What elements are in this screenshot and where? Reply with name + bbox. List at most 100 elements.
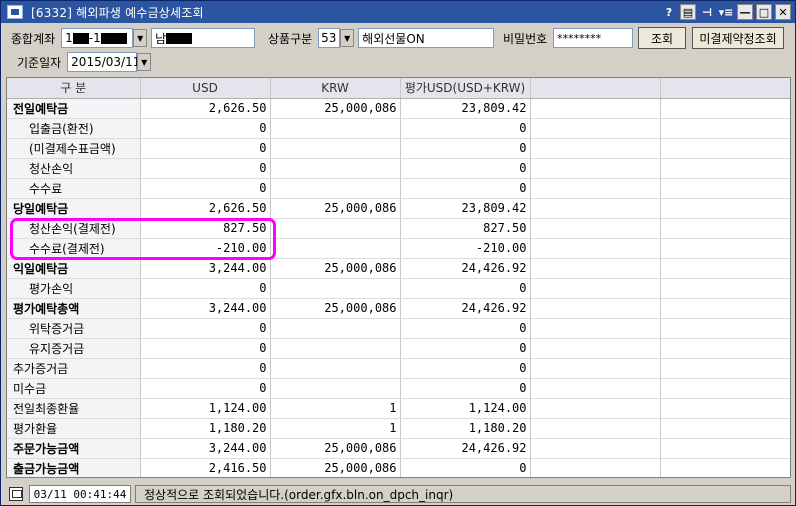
column-header-empty <box>660 78 790 99</box>
cell-eval-usd: 23,809.42 <box>400 98 531 119</box>
cell-empty <box>530 398 661 419</box>
cell-empty <box>530 338 661 359</box>
cell-eval-usd: 0 <box>400 138 531 159</box>
window-icon[interactable] <box>9 487 23 501</box>
window-title: [6332] 해외파생 예수금상세조회 <box>31 5 204 20</box>
cell-usd: 0 <box>140 318 271 339</box>
cell-usd: -210.00 <box>140 238 271 259</box>
table-row[interactable]: 유지증거금 0 0 <box>7 338 790 359</box>
column-header-usd[interactable]: USD <box>140 78 271 99</box>
table-row[interactable]: 입출금(환전) 0 0 <box>7 118 790 139</box>
help-icon[interactable]: ? <box>661 4 677 20</box>
cell-empty <box>660 198 790 219</box>
row-label: 청산손익(결제전) <box>7 218 141 239</box>
cell-eval-usd: 24,426.92 <box>400 258 531 279</box>
table-row[interactable]: 청산손익(결제전) 827.50 827.50 <box>7 218 790 239</box>
table-row[interactable]: 익일예탁금 3,244.00 25,000,086 24,426.92 <box>7 258 790 279</box>
table-row[interactable]: 전일최종환율 1,124.00 1 1,124.00 <box>7 398 790 419</box>
masked-text <box>100 32 127 44</box>
cell-eval-usd: 0 <box>400 318 531 339</box>
product-code-field[interactable]: 53 <box>318 28 341 48</box>
column-header-krw[interactable]: KRW <box>270 78 401 99</box>
row-label: 청산손익 <box>7 158 141 179</box>
table-row[interactable]: 추가증거금 0 0 <box>7 358 790 379</box>
account-dropdown-button[interactable]: ▼ <box>133 29 148 47</box>
table-row[interactable]: 평가손익 0 0 <box>7 278 790 299</box>
product-dropdown-button[interactable]: ▼ <box>340 29 355 47</box>
cell-empty <box>530 238 661 259</box>
cell-empty <box>660 418 790 439</box>
cell-krw: 1 <box>270 398 401 419</box>
account-number-mid: -1 <box>88 31 101 45</box>
cell-krw <box>270 238 401 259</box>
cell-eval-usd: 0 <box>400 178 531 199</box>
cell-eval-usd: 24,426.92 <box>400 298 531 319</box>
cell-empty <box>660 138 790 159</box>
table-row[interactable]: 평가환율 1,180.20 1 1,180.20 <box>7 418 790 439</box>
cell-usd: 2,626.50 <box>140 98 271 119</box>
cell-empty <box>660 298 790 319</box>
row-label: 미수금 <box>7 378 141 399</box>
date-field[interactable]: 2015/03/11 <box>67 52 140 72</box>
menu-icon[interactable]: ▾≡ <box>718 4 734 20</box>
account-label: 종합계좌 <box>11 31 56 46</box>
table-row[interactable]: 수수료 0 0 <box>7 178 790 199</box>
cell-empty <box>530 178 661 199</box>
table-row[interactable]: 당일예탁금 2,626.50 25,000,086 23,809.42 <box>7 198 790 219</box>
row-label: 평가환율 <box>7 418 141 439</box>
cell-krw <box>270 338 401 359</box>
cell-empty <box>660 358 790 379</box>
status-message: 정상적으로 조회되었습니다.(order.gfx.bln.on_dpch_inq… <box>135 485 791 503</box>
column-header-eval-usd[interactable]: 평가USD(USD+KRW) <box>400 78 531 99</box>
pin-icon[interactable]: ⊣ <box>699 4 715 20</box>
row-label: 당일예탁금 <box>7 198 141 219</box>
cell-krw <box>270 358 401 379</box>
cell-usd: 2,626.50 <box>140 198 271 219</box>
table-row[interactable]: 주문가능금액 3,244.00 25,000,086 24,426.92 <box>7 438 790 459</box>
cell-empty <box>530 198 661 219</box>
close-icon[interactable]: ✕ <box>775 4 791 20</box>
table-row[interactable]: 청산손익 0 0 <box>7 158 790 179</box>
column-header-category[interactable]: 구 분 <box>7 78 141 99</box>
cell-usd: 1,124.00 <box>140 398 271 419</box>
table-row[interactable]: 출금가능금액 2,416.50 25,000,086 0 <box>7 458 790 477</box>
cell-empty <box>660 218 790 239</box>
cell-usd: 3,244.00 <box>140 258 271 279</box>
cell-krw <box>270 118 401 139</box>
cell-eval-usd: 0 <box>400 338 531 359</box>
cell-krw: 1 <box>270 418 401 439</box>
table-header-row: 구 분 USD KRW 평가USD(USD+KRW) <box>7 78 790 99</box>
table-row[interactable]: 수수료(결제전) -210.00 -210.00 <box>7 238 790 259</box>
cell-krw <box>270 218 401 239</box>
row-label: 평가예탁총액 <box>7 298 141 319</box>
table-row[interactable]: 전일예탁금 2,626.50 25,000,086 23,809.42 <box>7 98 790 119</box>
masked-text <box>72 32 89 44</box>
date-picker-button[interactable]: ▼ <box>137 53 152 71</box>
table-row[interactable]: (미결제수표금액) 0 0 <box>7 138 790 159</box>
password-row: 비밀번호 ******** <box>503 27 634 49</box>
table-row[interactable]: 위탁증거금 0 0 <box>7 318 790 339</box>
cell-empty <box>660 438 790 459</box>
row-label: 유지증거금 <box>7 338 141 359</box>
account-number-prefix: 1 <box>65 31 73 45</box>
account-row: 종합계좌 1 -1 ▼ 남 <box>11 27 256 49</box>
cell-eval-usd: 1,124.00 <box>400 398 531 419</box>
unsettled-positions-button[interactable]: 미결제약정조회 <box>692 27 784 49</box>
account-number-field[interactable]: 1 -1 <box>61 28 134 48</box>
screen-icon[interactable]: ▤ <box>680 4 696 20</box>
cell-krw <box>270 378 401 399</box>
minimize-icon[interactable]: — <box>737 4 753 20</box>
cell-usd: 0 <box>140 178 271 199</box>
cell-empty <box>530 358 661 379</box>
status-bar: 03/11 00:41:44 정상적으로 조회되었습니다.(order.gfx.… <box>1 483 795 505</box>
table-row[interactable]: 평가예탁총액 3,244.00 25,000,086 24,426.92 <box>7 298 790 319</box>
cell-eval-usd: 0 <box>400 378 531 399</box>
search-button[interactable]: 조회 <box>638 27 686 49</box>
maximize-icon[interactable]: □ <box>756 4 772 20</box>
cell-krw: 25,000,086 <box>270 98 401 119</box>
cell-empty <box>530 118 661 139</box>
password-field[interactable]: ******** <box>553 28 634 48</box>
cell-krw <box>270 178 401 199</box>
table-row[interactable]: 미수금 0 0 <box>7 378 790 399</box>
title-bar: [6332] 해외파생 예수금상세조회 ? ▤ ⊣ ▾≡ — □ ✕ <box>1 1 795 23</box>
